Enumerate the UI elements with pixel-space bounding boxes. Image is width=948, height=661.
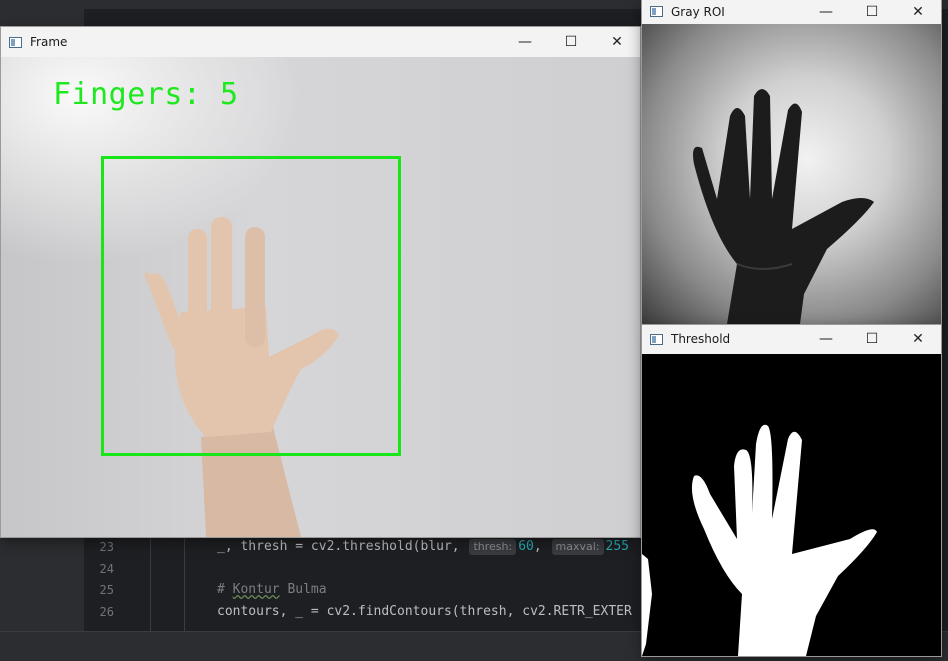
maximize-button[interactable]: ☐ [554, 27, 588, 57]
window-icon [650, 6, 663, 17]
gray-roi-title: Gray ROI [671, 5, 725, 19]
threshold-title-bar[interactable]: Threshold — ☐ ✕ [642, 325, 941, 354]
threshold-title: Threshold [671, 332, 731, 346]
frame-title-bar[interactable]: Frame — ☐ ✕ [1, 27, 640, 57]
gray-roi-image [642, 24, 941, 324]
finger-count-overlay: Fingers: 5 [53, 77, 239, 112]
close-button[interactable]: ✕ [600, 27, 634, 57]
close-button[interactable]: ✕ [901, 325, 935, 354]
parameter-hint-thresh: thresh: [469, 539, 517, 555]
frame-title: Frame [30, 35, 68, 49]
gray-hand-image [693, 89, 874, 324]
separator: , [533, 539, 550, 554]
code-text: _, thresh = cv2.threshold(blur, [217, 539, 468, 554]
close-button[interactable]: ✕ [901, 0, 935, 24]
comment-word: Bulma [279, 582, 327, 597]
gray-roi-window[interactable]: Gray ROI — ☐ ✕ [642, 0, 941, 324]
comment-word: Kontur [232, 582, 280, 597]
line-number: 24 [99, 562, 114, 576]
threshold-image [642, 354, 941, 656]
code-text: contours, _ = cv2.findContours(thresh, c… [217, 604, 632, 619]
camera-feed: Fingers: 5 [1, 57, 640, 537]
number-literal: 255 [605, 539, 629, 554]
parameter-hint-maxval: maxval: [551, 539, 604, 555]
roi-box [101, 156, 401, 456]
window-icon [9, 37, 22, 48]
maximize-button[interactable]: ☐ [855, 0, 889, 24]
threshold-window[interactable]: Threshold — ☐ ✕ [642, 325, 941, 656]
window-icon [650, 334, 663, 345]
maximize-button[interactable]: ☐ [855, 325, 889, 354]
gray-roi-title-bar[interactable]: Gray ROI — ☐ ✕ [642, 0, 941, 24]
frame-window[interactable]: Frame — ☐ ✕ Fingers: 5 [1, 27, 640, 537]
comment-hash: # [217, 582, 233, 597]
binary-hand-image [642, 424, 877, 656]
number-literal: 60 [518, 539, 534, 554]
minimize-button[interactable]: — [809, 0, 843, 24]
minimize-button[interactable]: — [508, 27, 542, 57]
minimize-button[interactable]: — [809, 325, 843, 354]
